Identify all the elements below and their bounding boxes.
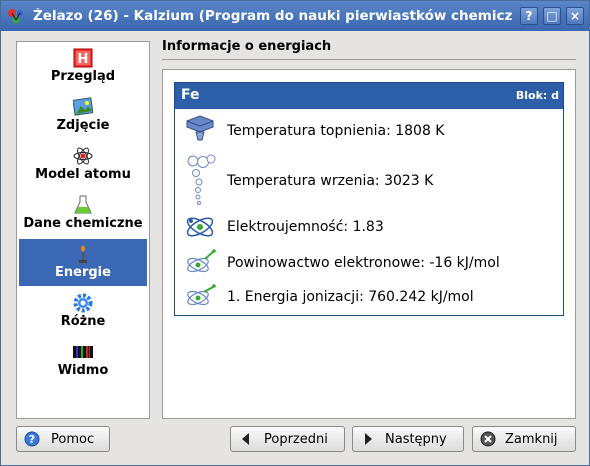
sidebar-item-energies[interactable]: Energie: [19, 239, 147, 286]
info-row-melting: Temperatura topnienia: 1808 K: [175, 115, 563, 145]
electron-affinity-text: Powinowactwo elektronowe: -16 kJ/mol: [227, 255, 500, 271]
energy-info-card: Fe Blok: d Temperatura topnienia: 1808 K: [174, 82, 564, 316]
element-header: Fe Blok: d: [175, 83, 563, 109]
title-bar[interactable]: Żelazo (26) - Kalzium (Program do nauki …: [1, 1, 589, 31]
boiling-bubbles-icon: [187, 154, 216, 205]
gear-icon: [73, 293, 93, 313]
info-row-ionization: 1. Energia jonizacji: 760.242 kJ/mol: [175, 283, 563, 313]
arrow-left-icon: [242, 433, 249, 445]
sidebar-item-atom-model[interactable]: Model atomu: [19, 141, 147, 188]
svg-text:?: ?: [29, 433, 35, 446]
kalzium-app-icon: [8, 9, 23, 24]
sidebar-item-label: Widmo: [57, 363, 109, 378]
ionization-icon: [187, 284, 216, 306]
help-title-button[interactable]: ?: [520, 7, 538, 25]
svg-text:H: H: [78, 52, 89, 67]
info-row-electron-affinity: Powinowactwo elektronowe: -16 kJ/mol: [175, 249, 563, 279]
dialog-window: Żelazo (26) - Kalzium (Program do nauki …: [0, 0, 590, 466]
page-sidebar: H Przegląd Zdjęcie Model atomu Dane chem…: [16, 41, 150, 419]
next-button[interactable]: Następny: [352, 426, 464, 452]
spectrum-icon: [73, 346, 93, 358]
previous-button-label: Poprzedni: [264, 432, 328, 447]
block-label: Blok: d: [515, 89, 559, 102]
window-title: Żelazo (26) - Kalzium (Program do nauki …: [33, 8, 513, 24]
page-title: Informacje o energiach: [162, 39, 332, 54]
sidebar-item-misc[interactable]: Różne: [19, 288, 147, 335]
help-button[interactable]: ? Pomoc: [16, 426, 110, 452]
ionization-energy-text: 1. Energia jonizacji: 760.242 kJ/mol: [227, 289, 474, 305]
sidebar-item-chemical-data[interactable]: Dane chemiczne: [19, 190, 147, 237]
bunsen-burner-icon: [79, 245, 87, 263]
sidebar-item-label: Model atomu: [35, 167, 131, 182]
electronegativity-atom-icon: [186, 217, 214, 237]
info-row-boiling: Temperatura wrzenia: 3023 K: [175, 153, 563, 209]
info-row-electronegativity: Elektroujemność: 1.83: [175, 213, 563, 243]
atom-model-icon: [73, 147, 93, 165]
electron-affinity-icon: [187, 249, 216, 273]
sidebar-item-spectrum[interactable]: Widmo: [19, 337, 147, 384]
sidebar-item-label: Przegląd: [50, 69, 116, 84]
sidebar-item-picture[interactable]: Zdjęcie: [19, 92, 147, 139]
close-button[interactable]: Zamknij: [472, 426, 576, 452]
previous-button[interactable]: Poprzedni: [230, 426, 345, 452]
sidebar-item-label: Różne: [60, 314, 106, 329]
help-button-label: Pomoc: [51, 432, 95, 447]
melting-icon: [186, 115, 214, 141]
melting-point-text: Temperatura topnienia: 1808 K: [227, 123, 445, 139]
close-icon: [480, 431, 496, 447]
flask-icon: [74, 195, 92, 214]
arrow-right-icon: [365, 433, 372, 445]
picture-icon: [73, 97, 93, 116]
electronegativity-text: Elektroujemność: 1.83: [227, 219, 384, 235]
sidebar-item-label: Zdjęcie: [56, 118, 110, 133]
sidebar-item-overview[interactable]: H Przegląd: [19, 43, 147, 90]
help-icon: ?: [24, 431, 40, 447]
element-symbol: Fe: [181, 87, 200, 103]
sidebar-item-label: Dane chemiczne: [23, 216, 143, 231]
title-divider: [162, 59, 576, 60]
close-button-label: Zamknij: [505, 432, 558, 447]
maximize-button[interactable]: □: [543, 7, 561, 25]
sidebar-item-label: Energie: [55, 265, 111, 280]
boiling-point-text: Temperatura wrzenia: 3023 K: [227, 173, 434, 189]
element-h-icon: H: [73, 48, 93, 68]
close-window-button[interactable]: ×: [566, 7, 584, 25]
next-button-label: Następny: [385, 432, 447, 447]
